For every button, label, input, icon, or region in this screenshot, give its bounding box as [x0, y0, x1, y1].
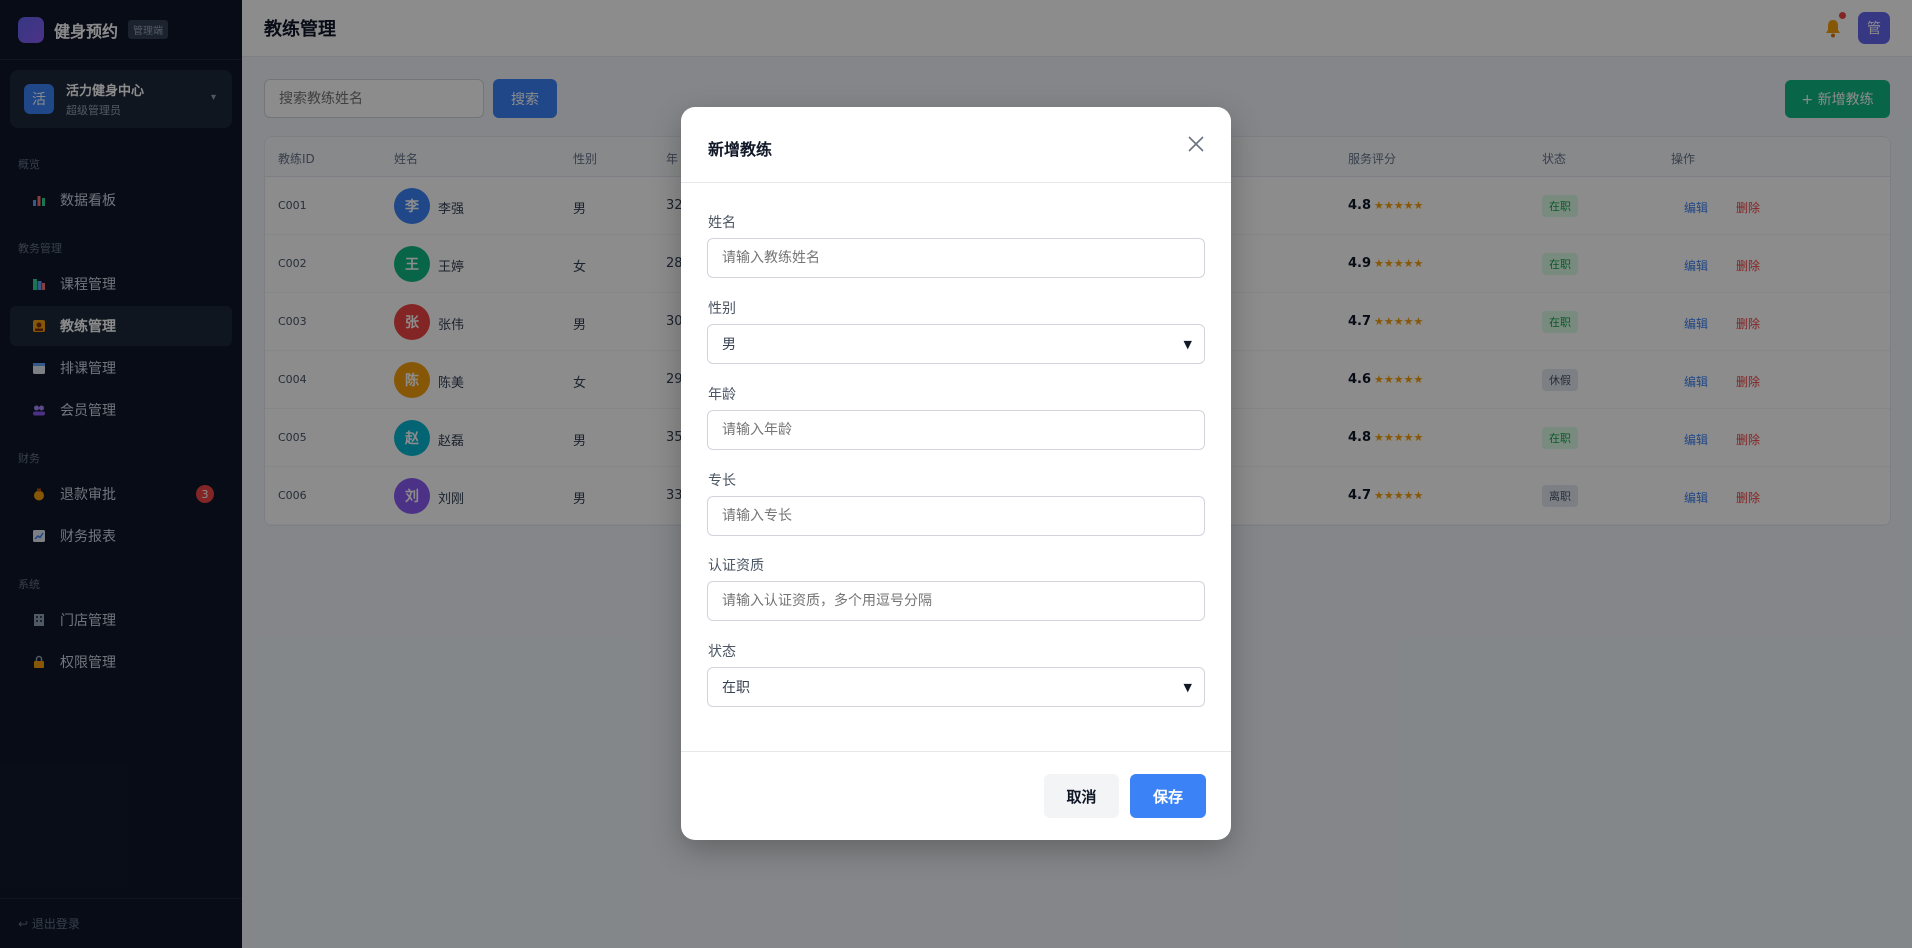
close-icon[interactable]: [1187, 135, 1205, 153]
dialog-header: 新增教练: [681, 107, 1231, 183]
chevron-down-icon: ▼: [1183, 338, 1192, 351]
gender-select[interactable]: 男 ▼: [707, 324, 1205, 364]
chevron-down-icon: ▼: [1183, 681, 1192, 694]
certification-label: 认证资质: [708, 558, 764, 574]
name-label: 姓名: [708, 215, 736, 231]
dialog-title: 新增教练: [708, 140, 773, 159]
status-select[interactable]: 在职 ▼: [707, 667, 1205, 707]
specialty-label: 专长: [708, 473, 736, 489]
name-field[interactable]: [707, 238, 1205, 278]
cancel-button[interactable]: 取消: [1044, 774, 1119, 818]
gender-select-value: 男: [722, 337, 736, 353]
add-coach-dialog: 新增教练 姓名 性别 男 ▼ 年龄 专长 认证资质 状态 在职 ▼ 取消 保存: [681, 107, 1231, 840]
save-button[interactable]: 保存: [1130, 774, 1206, 818]
certification-field[interactable]: [707, 581, 1205, 621]
age-label: 年龄: [708, 387, 736, 403]
age-field[interactable]: [707, 410, 1205, 450]
gender-label: 性别: [708, 301, 736, 317]
status-select-value: 在职: [722, 680, 750, 696]
status-label: 状态: [708, 644, 736, 660]
specialty-field[interactable]: [707, 496, 1205, 536]
